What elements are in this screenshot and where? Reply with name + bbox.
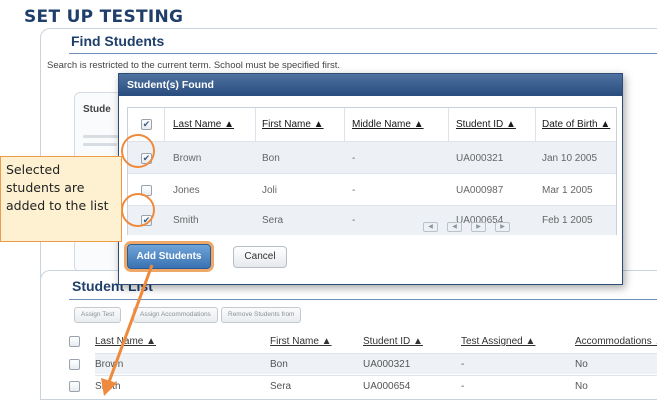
cell-date-of-birth: Feb 1 2005 [542,215,593,226]
students-found-table: ✔ Last Name ▲ First Name ▲ Middle Name ▲… [127,107,617,235]
cell-accommodations: No [575,381,588,392]
row-checkbox[interactable] [69,381,80,392]
cell-middle-name: - [352,185,356,196]
table-row[interactable]: ✔ Smith Sera - UA000654 Feb 1 2005 [128,205,616,235]
select-all-checkbox[interactable]: ✔ [141,119,152,130]
pager-prev-icon[interactable]: ◀ [447,222,462,232]
page-title: SET UP TESTING [24,7,184,27]
column-header-date-of-birth[interactable]: Date of Birth ▲ [542,119,610,130]
row-checkbox[interactable] [69,359,80,370]
column-divider [344,108,345,141]
cell-first-name: Bon [262,153,280,164]
cell-test-assigned: - [461,359,465,370]
column-header-middle-name[interactable]: Middle Name ▲ [352,119,424,130]
remove-students-button[interactable]: Remove Students from [221,307,302,323]
cell-first-name: Sera [262,215,284,226]
column-header-test-assigned[interactable]: Test Assigned ▲ [461,336,535,347]
cell-last-name: Brown [173,153,202,164]
add-students-button[interactable]: Add Students [127,244,211,269]
highlight-circle [121,193,155,227]
column-header-first-name[interactable]: First Name ▲ [262,119,324,130]
table-row[interactable]: Smith Sera UA000654 - No [69,375,657,396]
divider [69,299,657,300]
cell-first-name: Bon [270,359,288,370]
select-all-checkbox[interactable] [69,336,80,347]
column-header-first-name[interactable]: First Name ▲ [270,336,332,347]
callout-note: Selected students are added to the list [0,156,122,242]
column-divider [255,108,256,141]
student-list-panel: Student List Assign Test Assign Accommod… [40,270,657,400]
table-row[interactable]: Brown Bon UA000321 - No [69,353,657,374]
column-header-last-name[interactable]: Last Name ▲ [95,336,156,347]
cell-last-name: Smith [173,215,199,226]
cell-student-id: UA000321 [456,153,504,164]
cell-first-name: Joli [262,185,278,196]
blurred-label [83,143,117,146]
dialog-title: Student(s) Found [127,79,214,91]
cell-middle-name: - [352,153,356,164]
column-divider [448,108,449,141]
cell-last-name: Smith [95,381,121,392]
cell-last-name: Brown [95,359,124,370]
dialog-title-bar[interactable]: Student(s) Found [119,74,622,96]
cell-middle-name: - [352,215,356,226]
cell-date-of-birth: Jan 10 2005 [542,153,598,164]
cell-student-id: UA000321 [363,359,411,370]
column-header-student-id[interactable]: Student ID ▲ [456,119,516,130]
cell-student-id: UA000987 [456,185,504,196]
cell-first-name: Sera [270,381,292,392]
search-restriction-note: Search is restricted to the current term… [47,60,341,71]
cell-student-id: UA000654 [363,381,411,392]
column-header-last-name[interactable]: Last Name ▲ [173,119,234,130]
pager-last-icon[interactable]: ▶ [495,222,510,232]
column-header-accommodations[interactable]: Accommodations ▲ [575,336,657,347]
pager-next-icon[interactable]: ▶ [471,222,486,232]
cancel-button[interactable]: Cancel [233,246,287,268]
table-row[interactable]: Jones Joli - UA000987 Mar 1 2005 [128,173,616,205]
student-list-header-row: Last Name ▲ First Name ▲ Student ID ▲ Te… [69,331,657,352]
callout-text: Selected students are added to the list [6,162,109,213]
cell-date-of-birth: Mar 1 2005 [542,185,593,196]
cell-accommodations: No [575,359,588,370]
table-row[interactable]: ✔ Brown Bon - UA000321 Jan 10 2005 [128,141,616,173]
cell-test-assigned: - [461,381,465,392]
students-found-dialog: Student(s) Found ✔ Last Name ▲ First Nam… [118,73,623,285]
assign-test-button[interactable]: Assign Test [74,307,122,323]
table-header-row: ✔ Last Name ▲ First Name ▲ Middle Name ▲… [128,108,616,141]
cell-last-name: Jones [173,185,200,196]
assign-accommodations-button[interactable]: Assign Accommodations [133,307,218,323]
find-students-title: Find Students [71,33,165,49]
column-header-student-id[interactable]: Student ID ▲ [363,336,423,347]
column-divider [164,108,165,141]
pager-first-icon[interactable]: ◀ [423,222,438,232]
column-divider [535,108,536,141]
divider [69,53,657,54]
student-search-title: Stude [83,104,111,115]
highlight-circle [121,134,155,168]
